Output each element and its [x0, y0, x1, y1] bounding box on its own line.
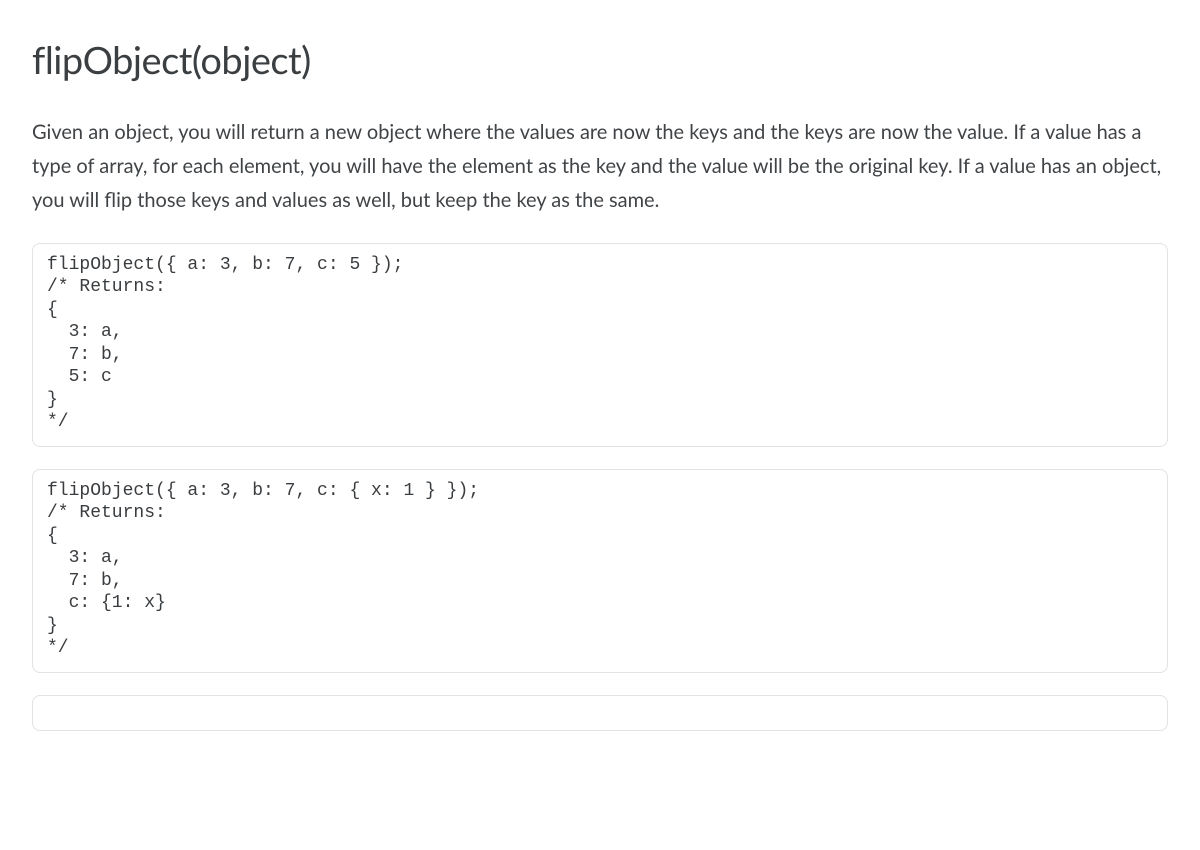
code-example-1: flipObject({ a: 3, b: 7, c: 5 }); /* Ret…	[32, 243, 1168, 447]
description-text: Given an object, you will return a new o…	[32, 115, 1168, 217]
page-title: flipObject(object)	[32, 30, 1168, 91]
code-example-2: flipObject({ a: 3, b: 7, c: { x: 1 } });…	[32, 469, 1168, 673]
code-example-3	[32, 695, 1168, 731]
